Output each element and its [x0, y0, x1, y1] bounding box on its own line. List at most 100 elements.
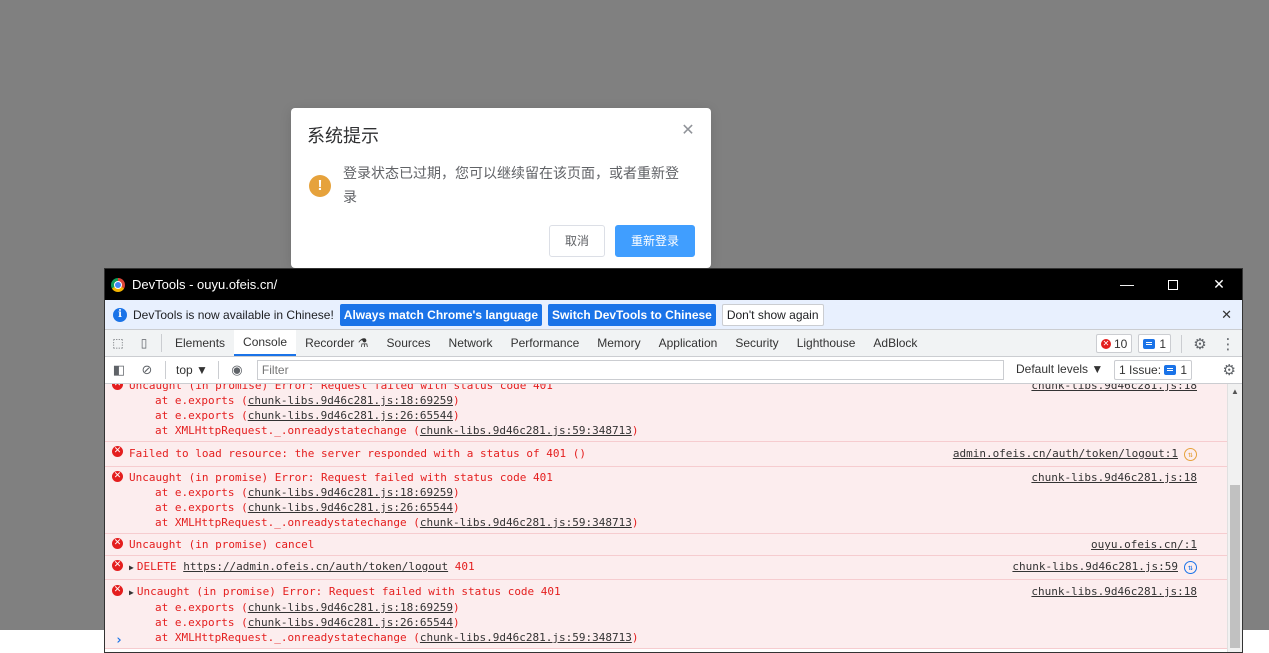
dialog-message: 登录状态已过期，您可以继续留在该页面，或者重新登录 [343, 165, 679, 205]
console-scrollbar[interactable]: ▲ [1227, 384, 1242, 652]
maximize-icon[interactable] [1150, 269, 1196, 300]
stack-link[interactable]: chunk-libs.9d46c281.js:26:65544 [248, 409, 453, 422]
network-request-icon[interactable]: ⇅ [1184, 447, 1197, 461]
error-icon: ✕ [112, 384, 123, 390]
stack-link[interactable]: chunk-libs.9d46c281.js:18:69259 [248, 486, 453, 499]
filter-input[interactable] [256, 360, 1004, 380]
more-options-icon[interactable]: ⋮ [1214, 335, 1242, 353]
error-icon: ✕ [112, 585, 123, 596]
tab-memory[interactable]: Memory [588, 330, 649, 356]
stack-line: at e.exports (chunk-libs.9d46c281.js:26:… [155, 409, 460, 422]
stack-link[interactable]: chunk-libs.9d46c281.js:59:348713 [420, 631, 632, 644]
stack-line: at e.exports (chunk-libs.9d46c281.js:18:… [155, 601, 460, 614]
stack-link[interactable]: chunk-libs.9d46c281.js:26:65544 [248, 501, 453, 514]
stack-line: at e.exports (chunk-libs.9d46c281.js:26:… [155, 616, 460, 629]
source-link[interactable]: chunk-libs.9d46c281.js:18 [1031, 470, 1197, 485]
tab-elements[interactable]: Elements [166, 330, 234, 356]
stack-line: at e.exports (chunk-libs.9d46c281.js:18:… [155, 394, 460, 407]
request-url-link[interactable]: https://admin.ofeis.cn/auth/token/logout [183, 560, 448, 573]
error-icon: ✕ [112, 446, 123, 457]
console-error-entry: ✕ Uncaught (in promise) Error: Request f… [105, 384, 1227, 442]
message-count-badge[interactable]: 1 [1138, 334, 1171, 353]
info-icon: i [113, 307, 127, 322]
error-count-badge[interactable]: ✕ 10 [1095, 334, 1133, 353]
stack-link[interactable]: chunk-libs.9d46c281.js:26:65544 [248, 616, 453, 629]
stack-line: at e.exports (chunk-libs.9d46c281.js:18:… [155, 486, 460, 499]
divider [217, 361, 219, 379]
stack-link[interactable]: chunk-libs.9d46c281.js:18:69259 [248, 394, 453, 407]
message-icon [1143, 338, 1156, 349]
sidebar-toggle-icon[interactable]: ◧ [105, 362, 133, 378]
match-language-button[interactable]: Always match Chrome's language [339, 303, 543, 326]
panel-tabs: ⬚ ▯ Elements Console Recorder ⚗ Sources … [105, 330, 1242, 357]
inspect-icon[interactable]: ⬚ [105, 330, 131, 356]
infobar-text: DevTools is now available in Chinese! [133, 307, 334, 322]
live-expression-eye-icon[interactable]: ◉ [223, 362, 251, 378]
error-icon: ✕ [1100, 338, 1111, 349]
divider [165, 361, 166, 379]
tab-recorder[interactable]: Recorder ⚗ [296, 330, 377, 356]
tab-network[interactable]: Network [440, 330, 502, 356]
scrollbar-thumb[interactable] [1230, 485, 1240, 648]
tab-performance[interactable]: Performance [502, 330, 589, 356]
expand-triangle-icon[interactable]: ▶ [129, 563, 134, 572]
cancel-button[interactable]: 取消 [549, 225, 605, 257]
console-error-entry: ✕ Uncaught (in promise) cancel ouyu.ofei… [105, 534, 1227, 556]
source-link[interactable]: ouyu.ofeis.cn/:1 [1091, 537, 1197, 552]
language-infobar: i DevTools is now available in Chinese! … [105, 300, 1242, 330]
dialog-title: 系统提示 [307, 126, 379, 146]
scroll-up-icon[interactable]: ▲ [1231, 387, 1239, 396]
devtools-window: DevTools - ouyu.ofeis.cn/ — ✕ i DevTools… [104, 268, 1243, 653]
stack-line: at e.exports (chunk-libs.9d46c281.js:26:… [155, 501, 460, 514]
warning-icon: ! [309, 175, 331, 197]
stack-link[interactable]: chunk-libs.9d46c281.js:18:69259 [248, 601, 453, 614]
console-error-entry: ✕ ▶ DELETE https://admin.ofeis.cn/auth/to… [105, 556, 1227, 580]
tab-security[interactable]: Security [726, 330, 787, 356]
minimize-icon[interactable]: — [1104, 269, 1150, 300]
error-icon: ✕ [112, 538, 123, 549]
error-icon: ✕ [112, 560, 123, 571]
issues-button[interactable]: 1 Issue: 1 [1114, 360, 1193, 380]
tab-sources[interactable]: Sources [378, 330, 440, 356]
page-bottom-strip [1243, 630, 1269, 653]
divider [161, 334, 162, 352]
stack-line: at XMLHttpRequest._.onreadystatechange (… [155, 631, 639, 644]
stack-line: at XMLHttpRequest._.onreadystatechange (… [155, 424, 639, 437]
tab-console[interactable]: Console [234, 330, 297, 356]
context-selector[interactable]: top ▼ [170, 363, 214, 377]
clear-console-icon[interactable]: ⊘ [133, 362, 161, 378]
stack-link[interactable]: chunk-libs.9d46c281.js:59:348713 [420, 424, 632, 437]
switch-chinese-button[interactable]: Switch DevTools to Chinese [548, 303, 716, 326]
dont-show-again-button[interactable]: Don't show again [721, 303, 824, 326]
stack-link[interactable]: chunk-libs.9d46c281.js:59:348713 [420, 516, 632, 529]
window-title: DevTools - ouyu.ofeis.cn/ [132, 277, 278, 292]
network-request-icon[interactable]: ⇅ [1184, 560, 1197, 574]
expand-triangle-icon[interactable]: ▶ [129, 588, 134, 597]
infobar-close-icon[interactable]: ✕ [1221, 307, 1232, 323]
device-toggle-icon[interactable]: ▯ [131, 330, 157, 356]
message-box: 系统提示 ✕ ! 登录状态已过期，您可以继续留在该页面，或者重新登录 取消 重新… [291, 108, 711, 268]
console-toolbar: ◧ ⊘ top ▼ ◉ Default levels ▼ 1 Issue: 1 … [105, 357, 1242, 384]
message-icon [1164, 365, 1177, 375]
tab-adblock[interactable]: AdBlock [864, 330, 926, 356]
console-settings-icon[interactable]: ⚙ [1223, 361, 1236, 379]
close-icon[interactable]: ✕ [681, 123, 695, 139]
tab-application[interactable]: Application [650, 330, 727, 356]
divider [1181, 334, 1182, 353]
close-window-icon[interactable]: ✕ [1196, 269, 1242, 300]
settings-gear-icon[interactable]: ⚙ [1186, 335, 1214, 353]
source-link[interactable]: chunk-libs.9d46c281.js:18 [1031, 384, 1197, 393]
tab-lighthouse[interactable]: Lighthouse [788, 330, 865, 356]
source-link[interactable]: admin.ofeis.cn/auth/token/logout:1 ⇅ [953, 446, 1197, 461]
console-prompt-icon[interactable]: › [115, 633, 123, 648]
console-error-entry: ✕ Failed to load resource: the server re… [105, 442, 1227, 467]
console-error-entry: ✕ Uncaught (in promise) Error: Request f… [105, 467, 1227, 534]
console-messages: ✕ Uncaught (in promise) Error: Request f… [105, 384, 1227, 652]
console-error-entry: ✕ ▶ Uncaught (in promise) Error: Request … [105, 580, 1227, 649]
chrome-icon [111, 277, 125, 292]
stack-line: at XMLHttpRequest._.onreadystatechange (… [155, 516, 639, 529]
source-link[interactable]: chunk-libs.9d46c281.js:59 ⇅ [1012, 559, 1197, 574]
source-link[interactable]: chunk-libs.9d46c281.js:18 [1031, 584, 1197, 599]
log-levels-dropdown[interactable]: Default levels ▼ [1016, 362, 1103, 376]
relogin-button[interactable]: 重新登录 [615, 225, 695, 257]
